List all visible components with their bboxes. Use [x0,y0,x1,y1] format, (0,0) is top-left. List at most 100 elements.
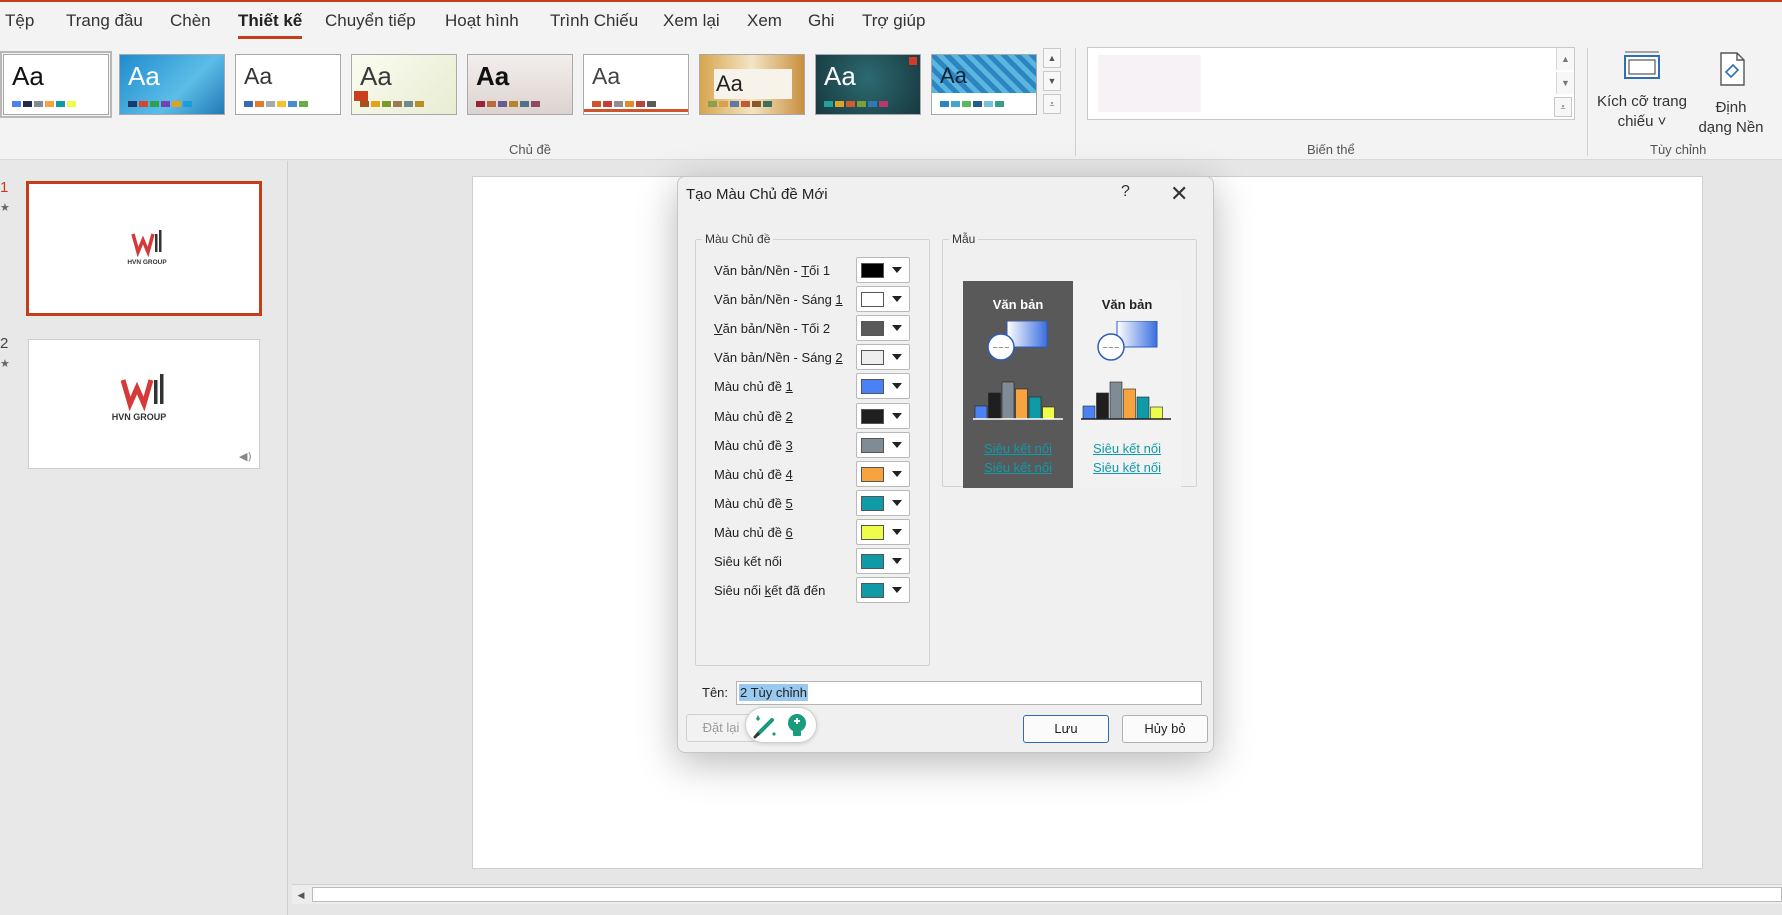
tab-animations[interactable]: Hoạt hình [445,11,519,31]
color-row-label: Văn bản/Nền - Tối 1 [714,263,831,278]
theme-teal[interactable]: Aa [815,54,921,115]
gallery-more-button[interactable]: ⩡ [1043,94,1061,114]
tab-insert[interactable]: Chèn [170,11,211,31]
color-picker-button[interactable] [856,461,910,487]
theme-sample-text: Aa [244,63,273,89]
variants-scroll-down-button[interactable]: ▼ [1556,72,1574,94]
animation-star-icon: ★ [0,202,10,214]
ribbon-tabs: Tệp Trang đầu Chèn Thiết kế Chuyển tiếp … [0,2,1782,42]
sample-bar [974,405,988,420]
color-picker-button[interactable] [856,548,910,574]
color-picker-button[interactable] [856,432,910,458]
sample-link-1: Siêu kết nối [1093,441,1161,456]
svg-text:~~~: ~~~ [1102,344,1120,352]
theme-office[interactable]: Aa [0,51,112,118]
format-background-button[interactable]: Định dạng Nền [1696,50,1766,138]
theme-green-arrow[interactable]: Aa [351,54,457,115]
create-theme-colors-dialog: Tạo Màu Chủ đề Mới ? ✕ Màu Chủ đề Mẫu Vă… [677,176,1214,753]
dropdown-arrow-icon [892,296,902,302]
dropdown-arrow-icon [892,325,902,331]
sample-link-2: Siêu kết nối [1093,460,1161,475]
customize-group-label: Tùy chỉnh [1650,142,1707,157]
svg-text:~~~: ~~~ [992,344,1010,352]
sample-legend: Mẫu [952,232,976,246]
color-picker-button[interactable] [856,344,910,370]
color-swatch [861,554,884,569]
name-input[interactable]: 2 Tùy chỉnh [736,681,1202,705]
color-picker-button[interactable] [856,373,910,399]
color-picker-button[interactable] [856,286,910,312]
sample-bar [1001,381,1015,420]
color-picker-button[interactable] [856,403,910,429]
sample-light-preview: Văn bản ~~~ Siêu kết nối Siêu kết nối [1073,281,1181,488]
color-swatch [861,467,884,482]
scroll-left-icon[interactable]: ◀ [294,888,308,902]
theme-swatches [12,101,76,107]
tab-help[interactable]: Trợ giúp [862,11,925,31]
color-row-label: Văn bản/Nền - Tối 2 [714,321,831,336]
color-picker-button[interactable] [856,577,910,603]
close-button[interactable]: ✕ [1170,179,1188,209]
theme-sample-text: Aa [476,61,510,91]
tab-review[interactable]: Xem lại [663,11,720,31]
theme-sample-text: Aa [360,61,392,91]
theme-blue[interactable]: Aa [119,54,225,115]
tab-design[interactable]: Thiết kế [238,11,303,39]
slide-number: 2 [0,335,9,352]
theme-sample-text: Aa [128,61,160,91]
floating-toolbar-icons [753,714,806,739]
format-background-label-2: dạng Nền [1698,119,1764,136]
tab-view[interactable]: Xem [747,11,782,31]
slide-size-button[interactable]: Kích cỡ trang chiếu ˅ [1596,50,1688,132]
theme-tan[interactable]: Aa [699,54,805,115]
theme-white-lines[interactable]: Aa [583,54,689,115]
dropdown-arrow-icon [892,442,902,448]
sample-text: Văn bản [1101,297,1153,312]
tab-slideshow[interactable]: Trình Chiếu [550,11,638,31]
tab-transitions[interactable]: Chuyển tiếp [325,11,416,31]
sample-bar [1150,406,1163,420]
tab-record[interactable]: Ghi [808,11,834,31]
cancel-button[interactable]: Hủy bỏ [1122,715,1208,743]
theme-stripe [584,109,688,112]
color-picker-button[interactable] [856,490,910,516]
sample-link-2: Siêu kết nối [984,460,1052,475]
scroll-thumb[interactable] [312,887,1782,902]
slide-thumbnail-1[interactable]: HVN GROUP [26,181,262,316]
variants-gallery[interactable]: ▲ ▼ [1087,47,1575,120]
animation-star-icon: ★ [0,358,10,370]
save-button[interactable]: Lưu [1023,715,1109,743]
slide-number: 1 [0,179,9,196]
slide-thumbnail-2[interactable]: HVN GROUP ◀) [28,339,260,469]
color-picker-button[interactable] [856,257,910,283]
color-picker-button[interactable] [856,315,910,341]
variants-more-button[interactable]: ⩡ [1554,97,1572,117]
format-background-icon [1720,52,1745,86]
variants-scroll-up-button[interactable]: ▲ [1556,48,1574,70]
gallery-scroll-down-button[interactable]: ▼ [1043,71,1061,91]
sample-bar [1136,396,1150,420]
theme-light[interactable]: Aa [235,54,341,115]
dropdown-arrow-icon [892,587,902,593]
sample-bar [1096,392,1109,420]
variant-item[interactable] [1098,55,1201,112]
color-picker-button[interactable] [856,519,910,545]
theme-swatches [940,101,1004,107]
tab-file[interactable]: Tệp [5,11,34,31]
horizontal-scrollbar[interactable]: ◀ [292,884,1782,904]
color-swatch [861,263,884,278]
help-button[interactable]: ? [1121,183,1130,201]
dropdown-arrow-icon [892,500,902,506]
slide-1-logo: HVN GROUP [127,230,167,266]
dropdown-arrow-icon [892,413,902,419]
theme-gray[interactable]: Aa [467,54,573,115]
gallery-scroll-up-button[interactable]: ▲ [1043,48,1061,68]
color-row-label: Văn bản/Nền - Sáng 1 [714,292,843,307]
slide-logo-text: HVN GROUP [127,259,167,266]
sample-dark-preview: Văn bản ~~~ Siêu kết nối Siêu kết nối [963,281,1073,488]
slide-size-icon [1624,51,1660,79]
tab-home[interactable]: Trang đầu [66,11,143,31]
themes-group-label: Chủ đề [509,142,551,157]
theme-blue-pattern[interactable]: Aa [931,54,1037,115]
color-swatch [861,409,884,424]
